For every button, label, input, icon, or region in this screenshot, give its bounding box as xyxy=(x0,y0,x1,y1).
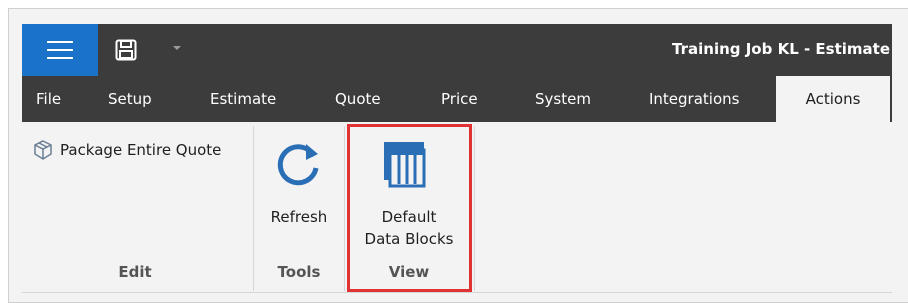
tab-price[interactable]: Price xyxy=(441,76,478,122)
tab-integrations[interactable]: Integrations xyxy=(649,76,739,122)
package-entire-quote-label: Package Entire Quote xyxy=(60,141,222,159)
default-data-blocks-label-line2: Data Blocks xyxy=(364,230,454,248)
window-title: Training Job KL - Estimate xyxy=(672,40,890,58)
ribbon-bottom-border xyxy=(22,292,892,293)
tab-system[interactable]: System xyxy=(535,76,591,122)
tab-quote[interactable]: Quote xyxy=(335,76,381,122)
data-blocks-icon xyxy=(384,142,426,188)
hamburger-icon xyxy=(47,41,73,59)
group-label-view: View xyxy=(388,263,430,281)
group-label-edit: Edit xyxy=(118,263,152,281)
group-label-tools: Tools xyxy=(277,263,321,281)
group-separator xyxy=(253,126,254,291)
group-separator xyxy=(474,126,475,291)
group-separator xyxy=(344,126,345,291)
tab-setup[interactable]: Setup xyxy=(108,76,152,122)
package-entire-quote-button[interactable]: Package Entire Quote xyxy=(32,138,221,162)
app-menu-button[interactable] xyxy=(22,24,98,76)
tab-file[interactable]: File xyxy=(36,76,61,122)
package-icon xyxy=(34,140,52,160)
refresh-label: Refresh xyxy=(270,208,328,226)
refresh-icon xyxy=(277,144,319,186)
default-data-blocks-button[interactable]: Default Data Blocks xyxy=(356,130,462,252)
default-data-blocks-label-line1: Default xyxy=(381,208,437,226)
save-icon[interactable] xyxy=(114,38,138,62)
tab-estimate[interactable]: Estimate xyxy=(210,76,276,122)
chevron-down-icon[interactable] xyxy=(172,44,182,52)
refresh-button[interactable]: Refresh xyxy=(262,130,336,230)
tab-actions[interactable]: Actions xyxy=(776,76,890,122)
